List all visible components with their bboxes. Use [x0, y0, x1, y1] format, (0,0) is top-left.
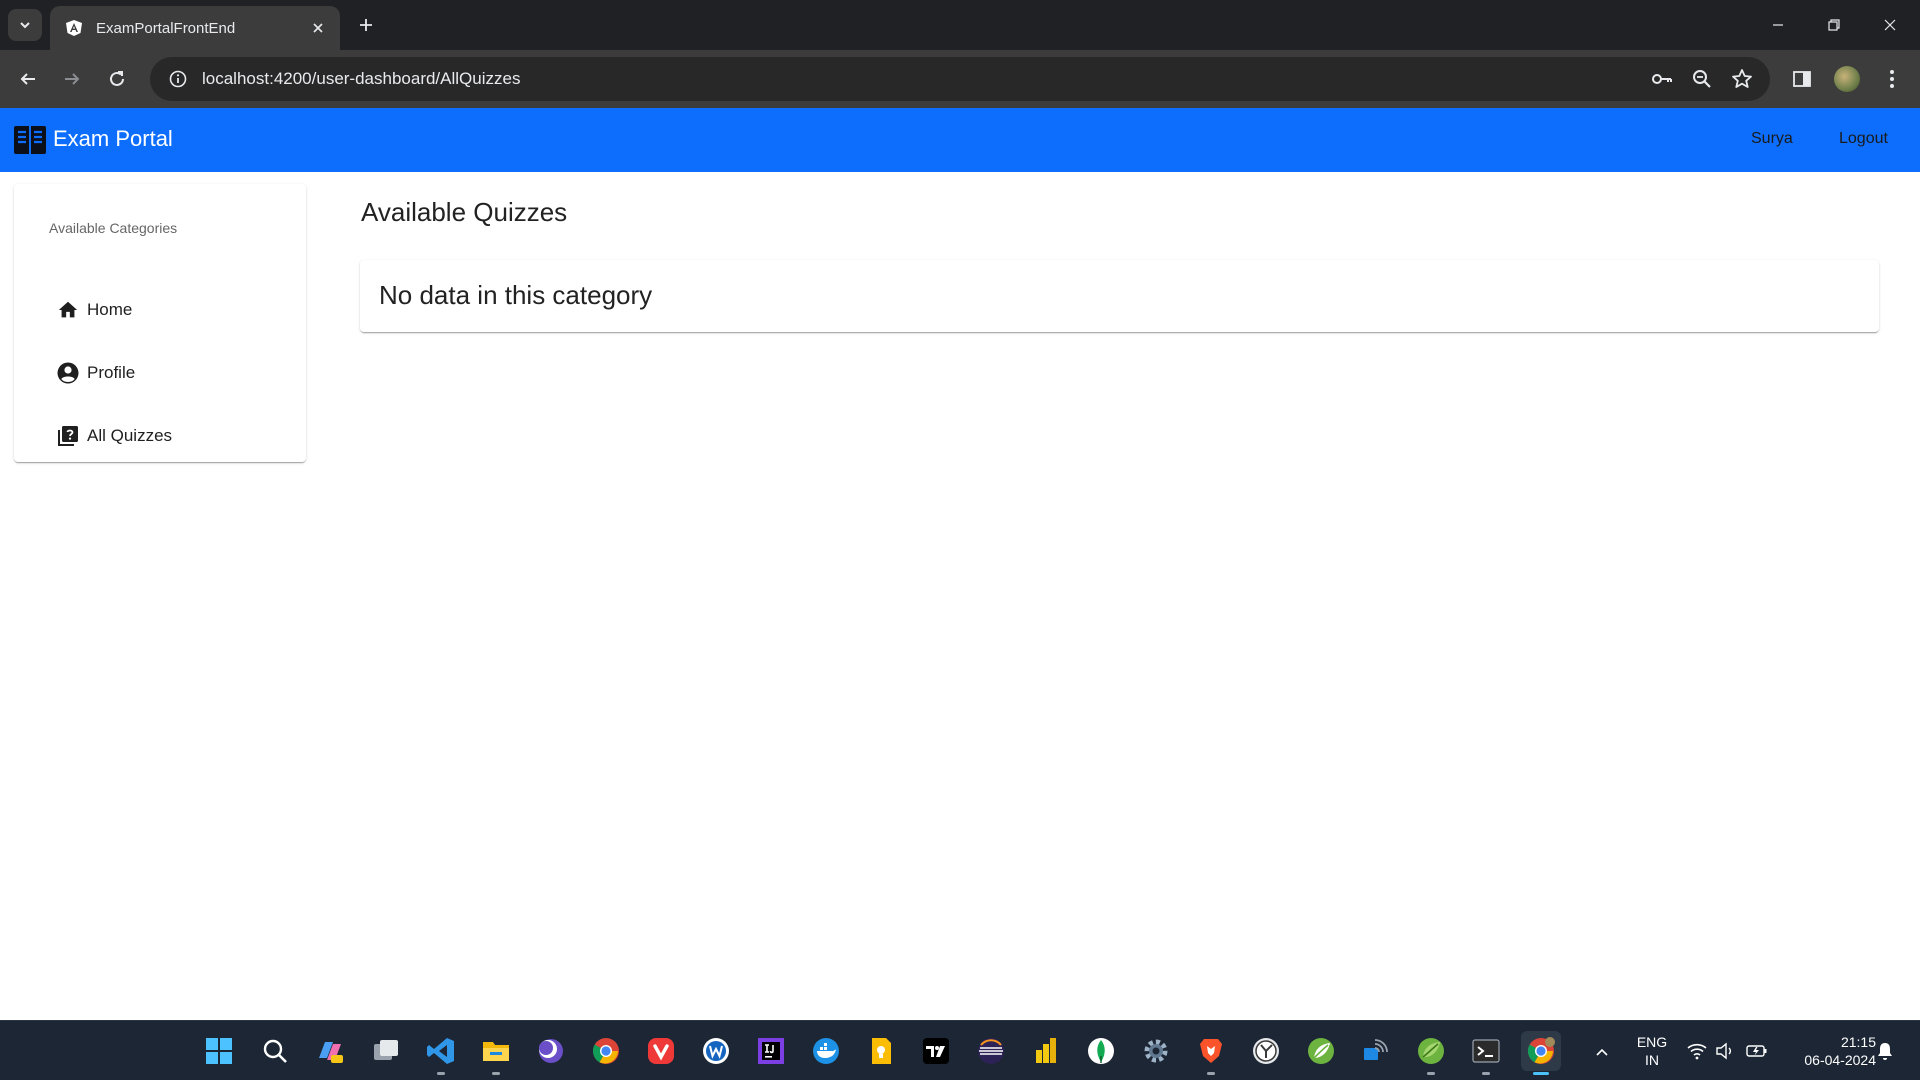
- minimize-icon: [1773, 24, 1783, 26]
- account-circle-icon: [55, 360, 81, 386]
- back-button[interactable]: [12, 63, 44, 95]
- battery-icon[interactable]: [1746, 1040, 1768, 1062]
- empty-state-card: No data in this category: [360, 260, 1879, 332]
- file-explorer-icon[interactable]: [476, 1031, 516, 1075]
- address-bar[interactable]: localhost:4200/user-dashboard/AllQuizzes: [150, 57, 1770, 101]
- arrow-right-icon: [65, 73, 80, 85]
- browser-menu-button[interactable]: [1876, 63, 1908, 95]
- book-icon: [13, 123, 47, 157]
- volume-icon[interactable]: [1714, 1040, 1736, 1062]
- bookmark-star-icon[interactable]: [1722, 59, 1762, 99]
- sidebar-item-home[interactable]: Home: [14, 286, 306, 334]
- sidebar-header: Available Categories: [49, 220, 178, 236]
- docker-icon[interactable]: [806, 1031, 846, 1071]
- side-panel-button[interactable]: [1786, 63, 1818, 95]
- side-panel-icon: [1793, 71, 1811, 87]
- avatar: [1834, 66, 1860, 92]
- clock-app-icon[interactable]: [1246, 1031, 1286, 1071]
- clock[interactable]: 21:15 06-04-2024: [1780, 1033, 1876, 1069]
- browser-tab-active[interactable]: ExamPortalFrontEnd: [50, 6, 340, 50]
- remote-connection-icon[interactable]: [1356, 1031, 1396, 1071]
- site-info-icon[interactable]: [156, 57, 200, 101]
- vivaldi-icon[interactable]: [641, 1031, 681, 1071]
- reload-button[interactable]: [101, 63, 133, 95]
- browser-toolbar: localhost:4200/user-dashboard/AllQuizzes: [0, 50, 1920, 108]
- tab-close-icon[interactable]: [306, 16, 330, 40]
- vscode-icon[interactable]: [421, 1031, 461, 1075]
- sidebar-item-all-quizzes[interactable]: All Quizzes: [14, 412, 306, 460]
- zoom-icon[interactable]: [1682, 59, 1722, 99]
- profile-button[interactable]: [1831, 63, 1863, 95]
- search-icon[interactable]: [255, 1031, 295, 1071]
- tab-search-button[interactable]: [8, 9, 42, 41]
- sidebar-item-label: Home: [87, 300, 133, 319]
- tab-title: ExamPortalFrontEnd: [96, 19, 236, 37]
- language-line-2: IN: [1645, 1052, 1659, 1068]
- user-link[interactable]: Surya: [1751, 130, 1793, 148]
- chevron-up-icon[interactable]: [1591, 1041, 1613, 1063]
- close-icon: [1884, 19, 1896, 31]
- plus-icon: [360, 19, 372, 31]
- language-indicator[interactable]: ENG IN: [1628, 1033, 1676, 1069]
- clock-time: 21:15: [1840, 1034, 1876, 1050]
- tradingview-icon[interactable]: [916, 1031, 956, 1071]
- wifi-icon[interactable]: [1686, 1040, 1708, 1062]
- arrow-left-icon: [20, 73, 35, 85]
- intellij-icon[interactable]: [751, 1031, 791, 1071]
- task-view-icon[interactable]: [366, 1031, 406, 1071]
- browser-tab-strip: ExamPortalFrontEnd: [0, 0, 1920, 50]
- chrome-active-icon[interactable]: [1521, 1031, 1561, 1075]
- brand-title[interactable]: Exam Portal: [53, 126, 173, 152]
- mongodb-compass-icon[interactable]: [1081, 1031, 1121, 1071]
- home-icon: [55, 297, 81, 323]
- notification-bell-icon[interactable]: [1874, 1040, 1896, 1062]
- new-tab-button[interactable]: [352, 11, 380, 39]
- sidebar-item-label: All Quizzes: [87, 426, 173, 445]
- keep-notes-icon[interactable]: [861, 1031, 901, 1071]
- app-navbar: Exam Portal Surya Logout: [0, 108, 1920, 172]
- url-text[interactable]: localhost:4200/user-dashboard/AllQuizzes: [202, 69, 1642, 89]
- page-title: Available Quizzes: [361, 197, 568, 227]
- sidebar-item-profile[interactable]: Profile: [14, 349, 306, 397]
- restore-button[interactable]: [1806, 0, 1862, 50]
- power-bi-icon[interactable]: [1026, 1031, 1066, 1071]
- restore-icon: [1828, 19, 1840, 31]
- password-key-icon[interactable]: [1642, 59, 1682, 99]
- copilot-icon[interactable]: [310, 1031, 350, 1071]
- windows-start-icon[interactable]: [199, 1031, 239, 1071]
- sidebar: Available Categories Home Profile All Qu…: [14, 184, 306, 462]
- terminal-icon[interactable]: [1466, 1031, 1506, 1075]
- chrome-icon[interactable]: [586, 1031, 626, 1071]
- clock-date: 06-04-2024: [1804, 1052, 1876, 1068]
- spring-boot-icon[interactable]: [1411, 1031, 1451, 1075]
- windows-taskbar: ENG IN 21:15 06-04-2024: [0, 1020, 1920, 1080]
- brave-icon[interactable]: [1191, 1031, 1231, 1075]
- settings-gear-icon[interactable]: [1136, 1031, 1176, 1071]
- sidebar-item-label: Profile: [87, 363, 136, 382]
- more-vertical-icon: [1890, 70, 1894, 88]
- close-window-button[interactable]: [1862, 0, 1918, 50]
- chevron-down-icon: [20, 22, 30, 29]
- forward-button[interactable]: [56, 63, 88, 95]
- spring-tool-suite-icon[interactable]: [1301, 1031, 1341, 1071]
- quiz-icon: [55, 423, 81, 449]
- eclipse-icon[interactable]: [531, 1031, 571, 1071]
- logout-link[interactable]: Logout: [1839, 130, 1888, 148]
- minimize-button[interactable]: [1750, 0, 1806, 50]
- empty-state-message: No data in this category: [379, 280, 653, 310]
- eclipse-ide-icon[interactable]: [971, 1031, 1011, 1071]
- reload-icon: [110, 71, 124, 86]
- wordweb-icon[interactable]: [696, 1031, 736, 1071]
- language-line-1: ENG: [1636, 1034, 1668, 1050]
- angular-favicon-icon: [64, 18, 84, 38]
